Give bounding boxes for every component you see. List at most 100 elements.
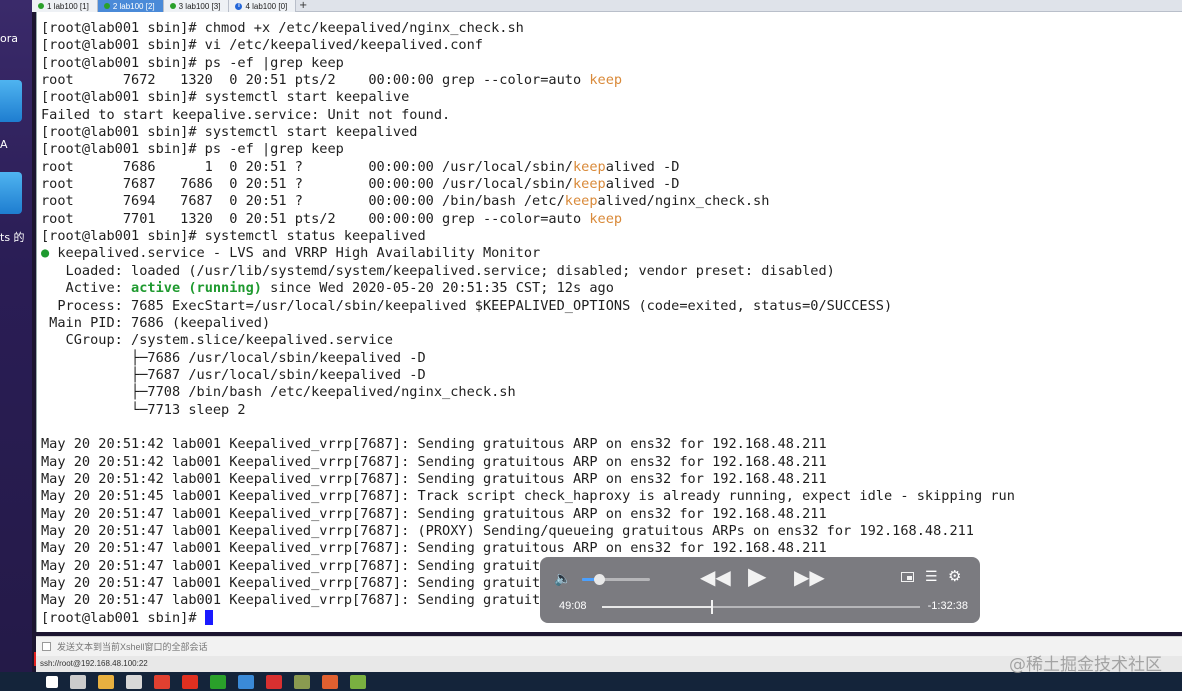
terminal-text: [root@lab001 sbin]# ps -ef |grep keep [41, 141, 344, 158]
terminal-text: May 20 20:51:42 lab001 Keepalived_vrrp[7… [41, 470, 827, 487]
terminal-line: May 20 20:51:42 lab001 Keepalived_vrrp[7… [41, 436, 1182, 453]
fast-forward-icon[interactable]: ▶▶ [794, 565, 825, 590]
terminal-text: ● [41, 245, 50, 262]
desktop-background: ora A ts 的 [0, 0, 32, 672]
desktop-label: ts 的 [0, 231, 25, 244]
terminal-text: [root@lab001 sbin]# systemctl status kee… [41, 228, 426, 245]
terminal-text: [root@lab001 sbin]# vi /etc/keepalived/k… [41, 37, 483, 54]
picture-in-picture-icon[interactable] [901, 572, 914, 582]
settings-gear-icon[interactable]: ⚙ [948, 567, 961, 585]
terminal-line: [root@lab001 sbin]# systemctl start keep… [41, 124, 1182, 141]
wechat-icon[interactable] [210, 674, 226, 689]
terminal-text: Main PID: 7686 (keepalived) [41, 314, 271, 331]
new-tab-button[interactable]: + [296, 0, 310, 11]
terminal-text: keep [572, 158, 606, 175]
terminal-text: keep [589, 210, 623, 227]
terminal-line: May 20 20:51:47 lab001 Keepalived_vrrp[7… [41, 523, 1182, 540]
app-window-icon[interactable] [294, 674, 310, 689]
terminal-text: May 20 20:51:47 lab001 Keepalived_vrrp[7… [41, 575, 541, 591]
terminal-text: ├─7708 /bin/bash /etc/keepalived/nginx_c… [41, 384, 516, 401]
seek-handle[interactable] [711, 600, 714, 614]
terminal-text: root 7701 1320 0 20:51 pts/2 00:00:00 gr… [41, 210, 590, 227]
session-tab-label: 4 lab100 [0] [245, 1, 288, 11]
send-all-checkbox[interactable] [42, 642, 51, 651]
terminal-text: keepalived.service - LVS and VRRP High A… [49, 245, 541, 262]
terminal-text: alived -D [605, 176, 680, 193]
rewind-icon[interactable]: ◀◀ [700, 565, 731, 590]
terminal-line: ├─7708 /bin/bash /etc/keepalived/nginx_c… [41, 384, 1182, 401]
terminal-text: [root@lab001 sbin]# systemctl start keep… [41, 89, 410, 106]
volume-slider[interactable] [582, 574, 650, 585]
terminal-line: [root@lab001 sbin]# vi /etc/keepalived/k… [41, 37, 1182, 54]
terminal-text: CGroup: /system.slice/keepalived.service [41, 332, 393, 349]
terminal-text: ├─7687 /usr/local/sbin/keepalived -D [41, 366, 426, 383]
app-blue-icon[interactable] [238, 674, 254, 689]
session-tab-label: 2 lab100 [2] [112, 1, 155, 11]
watermark-text: @稀土掘金技术社区 [1009, 655, 1162, 675]
app-orange-icon[interactable] [322, 674, 338, 689]
chrome-icon[interactable] [154, 674, 170, 689]
terminal-output[interactable]: [root@lab001 sbin]# chmod +x /etc/keepal… [36, 12, 1182, 632]
play-icon[interactable]: ▶ [748, 562, 766, 591]
terminal-text: └─7713 sleep 2 [41, 401, 246, 418]
desktop-label: ora [0, 32, 18, 45]
desktop-shortcut-icon[interactable] [0, 80, 22, 122]
search-icon[interactable] [70, 674, 86, 689]
volume-icon[interactable]: 🔈 [554, 570, 571, 587]
terminal-text: ├─7686 /usr/local/sbin/keepalived -D [41, 349, 426, 366]
terminal-text: May 20 20:51:47 lab001 Keepalived_vrrp[7… [41, 505, 827, 522]
session-tab[interactable]: 1 lab100 [1] [32, 0, 98, 12]
terminal-line: Loaded: loaded (/usr/lib/systemd/system/… [41, 263, 1182, 280]
terminal-line: ├─7687 /usr/local/sbin/keepalived -D [41, 367, 1182, 384]
terminal-text: Failed to start keepalive.service: Unit … [41, 106, 451, 123]
terminal-text: root 7687 7686 0 20:51 ? 00:00:00 /usr/l… [41, 176, 573, 193]
windows-taskbar [0, 672, 1182, 691]
connected-status-icon [103, 3, 110, 9]
app-red-icon[interactable] [182, 674, 198, 689]
text-editor-icon[interactable] [126, 674, 142, 689]
terminal-text: Process: 7685 ExecStart=/usr/local/sbin/… [41, 297, 893, 314]
terminal-text: [root@lab001 sbin]# [41, 609, 205, 626]
terminal-line: root 7687 7686 0 20:51 ? 00:00:00 /usr/l… [41, 176, 1182, 193]
terminal-text: Loaded: loaded (/usr/lib/systemd/system/… [41, 262, 835, 279]
volume-slider-knob[interactable] [594, 574, 605, 585]
terminal-text: keep [572, 176, 606, 193]
video-player-controls: 🔈 ◀◀ ▶ ▶▶ ☰ ⚙ 49:08 -1:32:38 [540, 557, 980, 623]
terminal-line: [root@lab001 sbin]# ps -ef |grep keep [41, 55, 1182, 72]
app-red-x-icon[interactable] [266, 674, 282, 689]
file-explorer-icon[interactable] [98, 674, 114, 689]
windows-start-icon[interactable] [46, 675, 58, 688]
app-green-icon[interactable] [350, 674, 366, 689]
desktop-shortcut-icon[interactable] [0, 172, 22, 214]
terminal-line: root 7694 7687 0 20:51 ? 00:00:00 /bin/b… [41, 193, 1182, 210]
playlist-icon[interactable]: ☰ [925, 568, 938, 585]
session-tab[interactable]: 2 lab100 [2] [97, 0, 164, 12]
session-tab[interactable]: 3 lab100 [3] [163, 0, 230, 12]
terminal-line: CGroup: /system.slice/keepalived.service [41, 332, 1182, 349]
terminal-line: May 20 20:51:47 lab001 Keepalived_vrrp[7… [41, 540, 1182, 557]
terminal-text: May 20 20:51:47 lab001 Keepalived_vrrp[7… [41, 592, 541, 609]
terminal-line: May 20 20:51:45 lab001 Keepalived_vrrp[7… [41, 488, 1182, 505]
terminal-text: May 20 20:51:42 lab001 Keepalived_vrrp[7… [41, 453, 827, 470]
terminal-text: since Wed 2020-05-20 20:51:35 CST; 12s a… [261, 280, 614, 297]
elapsed-time: 49:08 [559, 600, 587, 612]
terminal-text: root 7694 7687 0 20:51 ? 00:00:00 /bin/b… [41, 193, 565, 210]
terminal-line: [root@lab001 sbin]# systemctl start keep… [41, 89, 1182, 106]
terminal-line: Main PID: 7686 (keepalived) [41, 315, 1182, 332]
terminal-text: [root@lab001 sbin]# ps -ef |grep keep [41, 54, 344, 71]
terminal-line: Failed to start keepalive.service: Unit … [41, 107, 1182, 124]
send-all-label: 发送文本到当前Xshell窗口的全部会话 [57, 642, 208, 652]
seek-bar[interactable] [602, 600, 920, 614]
terminal-text: May 20 20:51:45 lab001 Keepalived_vrrp[7… [41, 488, 1015, 505]
remaining-time: -1:32:38 [927, 600, 968, 612]
terminal-line: May 20 20:51:42 lab001 Keepalived_vrrp[7… [41, 454, 1182, 471]
terminal-line: root 7701 1320 0 20:51 pts/2 00:00:00 gr… [41, 211, 1182, 228]
terminal-text: root 7672 1320 0 20:51 pts/2 00:00:00 gr… [41, 72, 590, 89]
session-tab[interactable]: i4 lab100 [0] [229, 0, 297, 12]
session-tab-label: 3 lab100 [3] [178, 1, 221, 11]
terminal-text: keep [564, 193, 598, 210]
terminal-text: May 20 20:51:47 lab001 Keepalived_vrrp[7… [41, 557, 541, 574]
desktop-label: A [0, 138, 8, 151]
seek-progress-fill [602, 606, 713, 608]
